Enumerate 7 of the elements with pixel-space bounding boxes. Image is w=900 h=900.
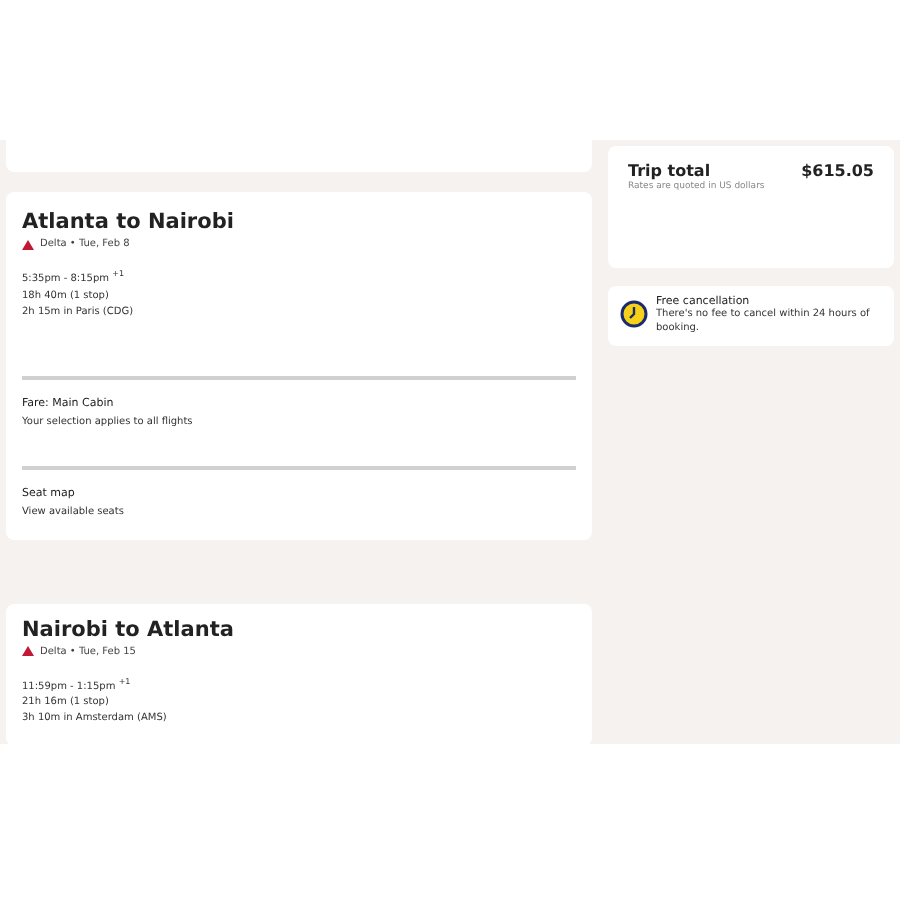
clock-icon xyxy=(620,300,648,328)
trip-total-amount: $615.05 xyxy=(801,162,874,180)
trip-total-label: Trip total xyxy=(628,162,711,180)
airline-logo-icon xyxy=(22,239,34,249)
flight-title: Atlanta to Nairobi xyxy=(22,210,236,234)
flight-title: Nairobi to Atlanta xyxy=(22,617,236,642)
airline-logo-icon xyxy=(22,646,34,657)
